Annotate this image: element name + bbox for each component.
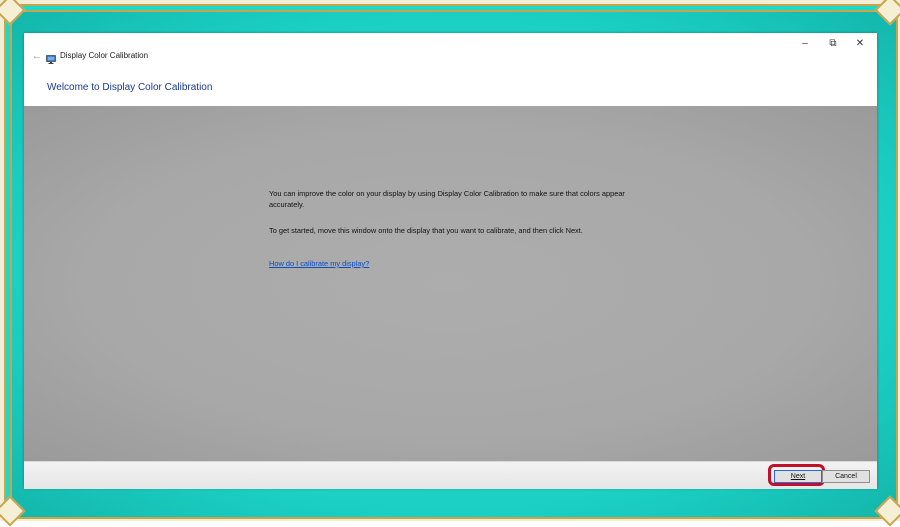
back-arrow-icon[interactable]: ← (30, 49, 44, 63)
instructions-paragraph: To get started, move this window onto th… (269, 226, 583, 235)
page-title: Welcome to Display Color Calibration (47, 82, 213, 93)
next-button[interactable]: Next (774, 470, 822, 483)
page-header: Welcome to Display Color Calibration (24, 73, 877, 106)
content-area: You can improve the color on your displa… (24, 106, 877, 461)
cancel-button[interactable]: Cancel (822, 470, 870, 483)
close-icon[interactable]: ✕ (846, 34, 874, 54)
monitor-icon (46, 51, 56, 64)
restore-icon[interactable]: ⧉ (819, 34, 847, 54)
window-title: Display Color Calibration (60, 51, 149, 60)
button-bar: Next Cancel (24, 461, 877, 489)
intro-paragraph: You can improve the color on your displa… (269, 189, 625, 209)
title-bar: ← Display Color Calibration – ⧉ ✕ (24, 33, 877, 73)
next-button-label: Next (790, 473, 806, 480)
calibration-window: ← Display Color Calibration – ⧉ ✕ Welcom… (24, 33, 877, 489)
minimize-icon[interactable]: – (791, 34, 819, 54)
help-link[interactable]: How do I calibrate my display? (269, 258, 369, 269)
